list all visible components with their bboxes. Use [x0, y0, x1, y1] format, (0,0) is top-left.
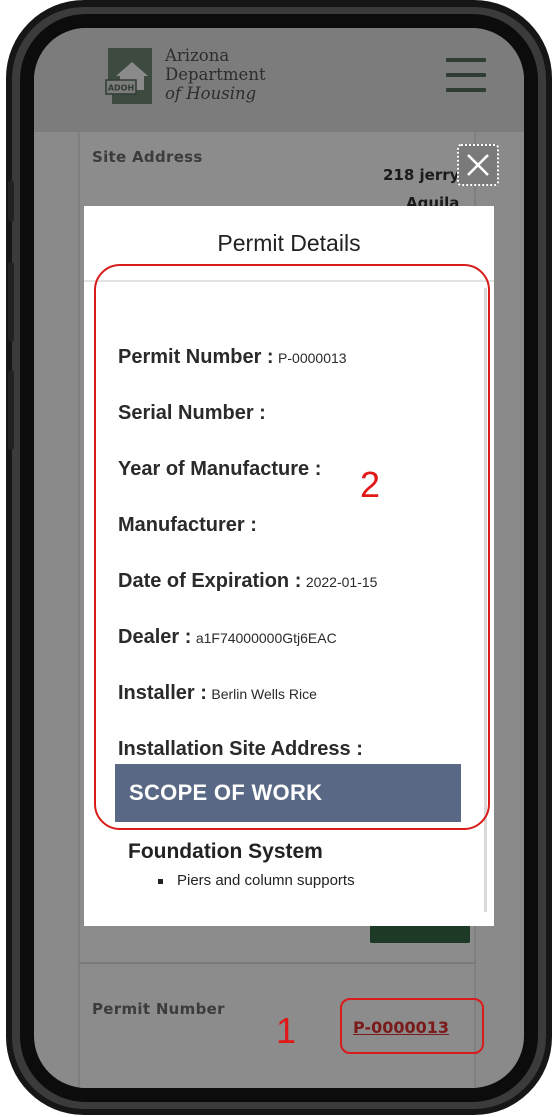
logo-line-3: of Housing — [165, 84, 257, 103]
bullet-icon — [158, 878, 163, 884]
foundation-system-heading: Foundation System — [128, 840, 323, 863]
annotation-box-1 — [340, 998, 484, 1054]
logo-line-2: Department — [165, 65, 266, 84]
adoh-logo-icon[interactable]: ADOH — [102, 46, 162, 106]
site-address-value: 218 jerry — [383, 166, 460, 184]
list-item: Piers and column supports — [158, 872, 355, 889]
permit-number-label: Permit Number — [92, 1000, 225, 1018]
close-icon — [467, 154, 489, 176]
hamburger-menu-icon[interactable] — [446, 58, 486, 94]
close-modal-button[interactable] — [457, 144, 499, 186]
side-button-volume-up — [8, 262, 14, 342]
phone-screen: ADOH Arizona Department of Housing Site … — [34, 28, 524, 1088]
logo-badge-text: ADOH — [108, 84, 134, 93]
logo-title: Arizona Department of Housing — [165, 46, 266, 103]
annotation-marker-1: 1 — [276, 1010, 297, 1051]
logo-line-1: Arizona — [165, 46, 230, 65]
side-button-mute — [8, 180, 14, 222]
modal-title: Permit Details — [217, 230, 361, 256]
divider — [78, 962, 476, 964]
app-header: ADOH Arizona Department of Housing — [34, 28, 524, 132]
side-button-volume-down — [8, 370, 14, 450]
annotation-marker-2: 2 — [360, 464, 381, 505]
foundation-item-label: Piers and column supports — [177, 872, 355, 889]
site-address-label: Site Address — [92, 148, 203, 166]
annotation-box-2 — [94, 264, 490, 830]
